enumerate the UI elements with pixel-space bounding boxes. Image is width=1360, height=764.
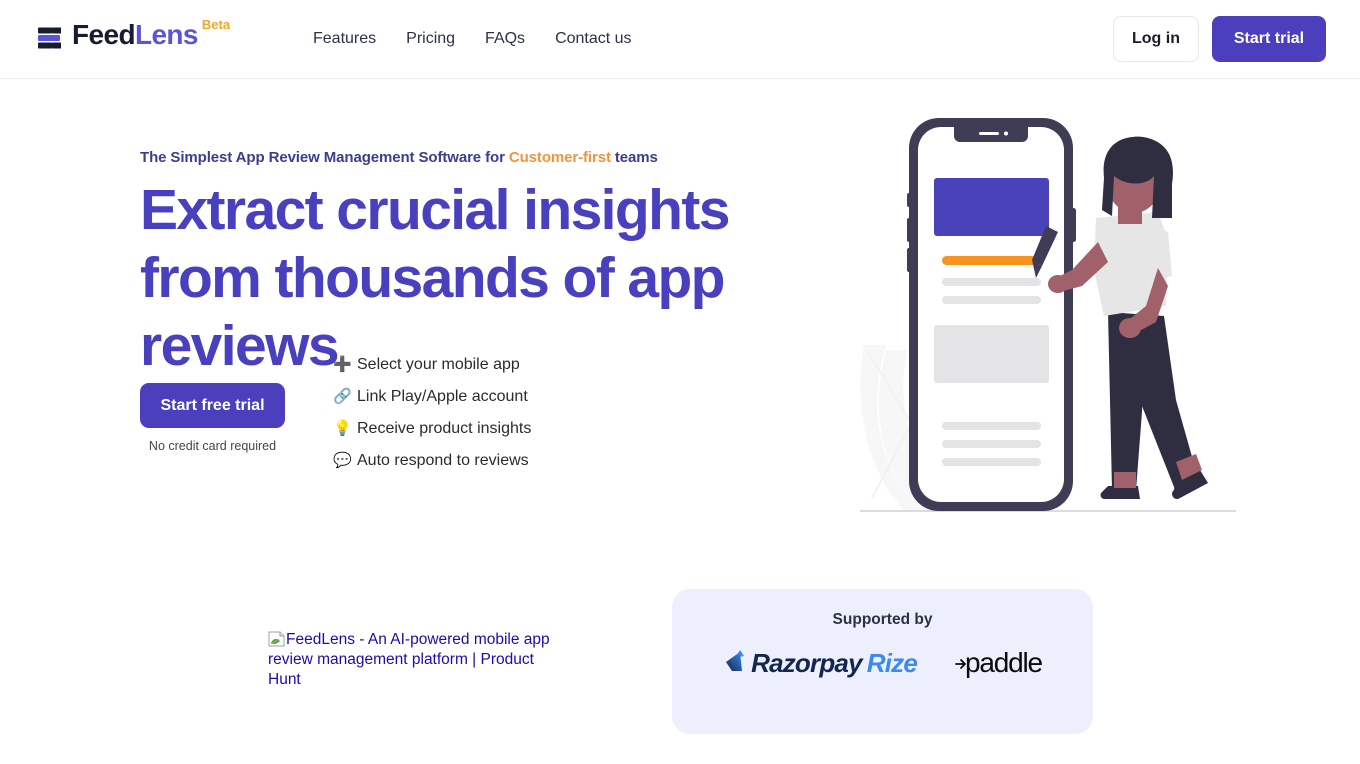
start-free-trial-button[interactable]: Start free trial (140, 383, 285, 428)
nav-link-pricing[interactable]: Pricing (406, 28, 455, 50)
feature-label: Select your mobile app (357, 356, 520, 373)
razorpay-rize-logo: Razorpay Rize (723, 647, 918, 679)
razorpay-wordmark: Razorpay (751, 647, 862, 678)
phone-mockup (907, 118, 1076, 511)
razorpay-arrow-icon (726, 650, 745, 671)
supported-by-title: Supported by (832, 611, 933, 628)
header-actions: Log in Start trial (1113, 16, 1326, 62)
screen-hero-block (934, 178, 1049, 236)
hero-eyebrow-before: The Simplest App Review Management Softw… (140, 149, 509, 166)
hero-eyebrow-after: teams (610, 149, 658, 166)
lightbulb-icon: 💡 (333, 420, 352, 437)
page-title: Extract crucial insights from thousands … (140, 178, 730, 378)
broken-image-icon (268, 631, 285, 647)
nav-link-contact-us[interactable]: Contact us (555, 28, 631, 50)
hero-cta: Start free trial No credit card required (140, 383, 285, 453)
feature-item-product-insights: 💡 Receive product insights (333, 417, 531, 440)
paddle-logo: paddle (955, 647, 1043, 679)
plus-icon: ➕ (333, 356, 352, 373)
paddle-wordmark: paddle (965, 647, 1043, 678)
nav-link-faqs[interactable]: FAQs (485, 28, 525, 50)
feature-item-select-app: ➕ Select your mobile app (333, 353, 531, 376)
logo-text-feed: Feed (72, 19, 136, 50)
hero-feature-list: ➕ Select your mobile app 🔗 Link Play/App… (333, 353, 531, 472)
supported-by-card: Supported by Razorpay Rize paddle (672, 589, 1093, 734)
site-header: FeedLens Beta Features Pricing FAQs Cont… (0, 0, 1360, 79)
feature-label: Auto respond to reviews (357, 452, 529, 469)
feature-label: Receive product insights (357, 420, 532, 437)
nav-link-features[interactable]: Features (313, 28, 376, 50)
log-in-button[interactable]: Log in (1113, 16, 1199, 62)
feature-item-auto-respond: 💬 Auto respond to reviews (333, 449, 531, 472)
screen-orange-bar (942, 256, 1041, 265)
beta-badge: Beta (201, 17, 231, 32)
supporter-logos: Razorpay Rize paddle (672, 647, 1093, 679)
speech-balloon-icon: 💬 (333, 452, 352, 469)
rize-wordmark: Rize (866, 647, 918, 678)
start-trial-button[interactable]: Start trial (1212, 16, 1326, 62)
link-icon: 🔗 (333, 388, 352, 405)
no-credit-card-note: No credit card required (148, 439, 277, 453)
product-hunt-alt-text: FeedLens - An AI-powered mobile app revi… (268, 631, 550, 688)
product-hunt-badge[interactable]: FeedLens - An AI-powered mobile app revi… (268, 630, 558, 690)
phone-mockup-with-woman-illustration (860, 118, 1236, 512)
feedlens-bars-icon (38, 27, 61, 49)
logo[interactable]: FeedLens Beta (36, 18, 230, 55)
feature-label: Link Play/Apple account (357, 388, 528, 405)
main-nav: Features Pricing FAQs Contact us (313, 28, 632, 50)
logo-text-lens: Lens (134, 19, 199, 50)
screen-gray-block (934, 325, 1049, 383)
feature-item-link-account: 🔗 Link Play/Apple account (333, 385, 531, 408)
hero-eyebrow: The Simplest App Review Management Softw… (140, 149, 658, 166)
hero-eyebrow-accent: Customer-first (508, 149, 611, 166)
